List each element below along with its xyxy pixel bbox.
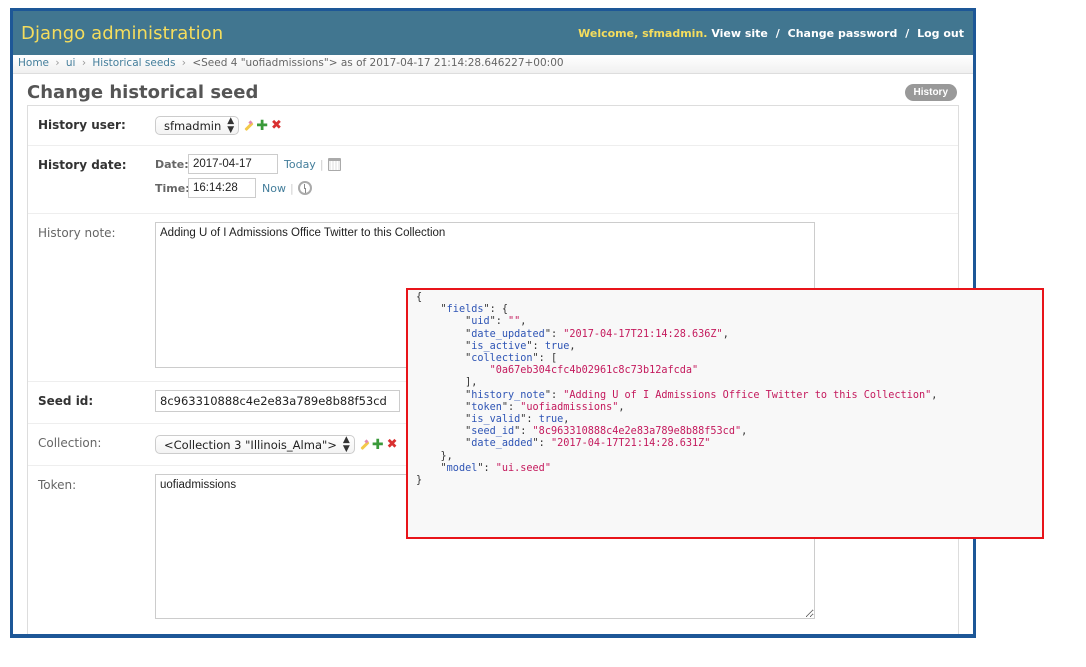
history-date-label: History date: [38, 158, 127, 172]
separator: | [289, 181, 294, 195]
json-key: is_valid [471, 414, 521, 426]
view-site-link[interactable]: View site [711, 27, 768, 40]
json-key: fields [446, 304, 484, 316]
admin-header: Django administration Welcome, sfmadmin.… [13, 11, 973, 55]
history-user-value: sfmadmin [164, 118, 222, 133]
username: sfmadmin [642, 26, 704, 40]
history-user-select[interactable]: sfmadmin ▲ ▼ [155, 115, 240, 135]
select-arrows-icon: ▲ ▼ [227, 115, 235, 135]
seed-id-input[interactable] [155, 390, 400, 412]
welcome-text: Welcome, [578, 26, 639, 40]
today-link[interactable]: Today [284, 158, 316, 171]
breadcrumb-separator: › [81, 57, 87, 69]
date-input[interactable] [188, 154, 278, 174]
edit-pencil-icon[interactable] [359, 440, 369, 450]
add-plus-icon[interactable]: ✚ [372, 438, 384, 452]
separator: | [319, 157, 324, 171]
edit-pencil-icon[interactable] [243, 121, 253, 131]
json-key: seed_id [471, 426, 515, 438]
json-key: history_note [471, 389, 545, 401]
time-input[interactable] [188, 178, 256, 198]
change-password-link[interactable]: Change password [788, 27, 898, 40]
breadcrumb-ui[interactable]: ui [66, 57, 76, 69]
json-snapshot-overlay: { "fields": { "uid": "", "date_updated":… [406, 288, 1044, 539]
clock-icon[interactable] [297, 181, 312, 195]
separator: / [775, 26, 780, 40]
json-value: true [544, 340, 570, 352]
now-link[interactable]: Now [262, 182, 286, 195]
history-note-label: History note: [38, 226, 116, 240]
delete-cross-icon[interactable]: ✖ [387, 438, 398, 451]
breadcrumb-separator: › [181, 57, 186, 69]
json-value: "uofiadmissions" [520, 401, 619, 413]
delete-cross-icon[interactable]: ✖ [271, 119, 282, 132]
breadcrumb-historical-seeds[interactable]: Historical seeds [92, 57, 175, 69]
json-value: "2017-04-17T21:14:28.636Z" [563, 328, 723, 340]
page-title: Change historical seed [27, 82, 259, 103]
breadcrumb-home[interactable]: Home [18, 57, 49, 69]
json-value: "Adding U of I Admissions Office Twitter… [563, 389, 932, 401]
add-plus-icon[interactable]: ✚ [256, 119, 268, 133]
json-code: { "fields": { "uid": "", "date_updated":… [416, 292, 938, 487]
history-user-label: History user: [38, 118, 126, 132]
site-branding[interactable]: Django administration [21, 23, 223, 44]
json-key: model [446, 462, 478, 474]
collection-value: <Collection 3 "Illinois_Alma"> [164, 437, 337, 452]
log-out-link[interactable]: Log out [917, 27, 964, 40]
collection-select[interactable]: <Collection 3 "Illinois_Alma"> ▲ ▼ [155, 435, 355, 454]
time-label: Time: [155, 181, 190, 195]
json-value: true [538, 414, 564, 426]
json-value: "" [508, 316, 521, 328]
datetime-widget: Date: Today | Time: Now | [155, 154, 341, 205]
json-key: is_active [471, 340, 527, 352]
json-key: date_added [471, 438, 533, 450]
json-value: "0a67eb304cfc4b02961c8c73b12afcda" [489, 365, 699, 377]
row-history-user: History user: sfmadmin ▲ ▼ ✚ ✖ [28, 106, 958, 146]
user-tools: Welcome, sfmadmin. View site / Change pa… [578, 27, 964, 40]
date-label: Date: [155, 157, 189, 171]
json-value: "ui.seed" [495, 462, 551, 474]
json-key: date_updated [471, 328, 545, 340]
row-history-date: History date: Date: Today | Time: Now | [28, 146, 958, 214]
token-label: Token: [38, 478, 77, 492]
select-arrows-icon: ▲ ▼ [342, 434, 350, 454]
welcome-suffix: . [703, 26, 708, 40]
json-value: "2017-04-17T21:14:28.631Z" [550, 438, 711, 450]
breadcrumb: Home › ui › Historical seeds › <Seed 4 "… [13, 55, 973, 74]
calendar-icon[interactable] [327, 157, 341, 171]
json-key: token [471, 401, 502, 413]
json-key: collection [471, 353, 533, 365]
breadcrumb-separator: › [55, 57, 60, 69]
json-key: uid [471, 316, 490, 328]
separator: / [905, 26, 910, 40]
json-value: "8c963310888c4e2e83a789e8b88f53cd" [532, 426, 742, 438]
breadcrumb-current: <Seed 4 "uofiadmissions"> as of 2017-04-… [192, 57, 564, 69]
seed-id-label: Seed id: [38, 394, 94, 408]
history-button[interactable]: History [904, 84, 957, 101]
collection-label: Collection: [38, 436, 102, 450]
